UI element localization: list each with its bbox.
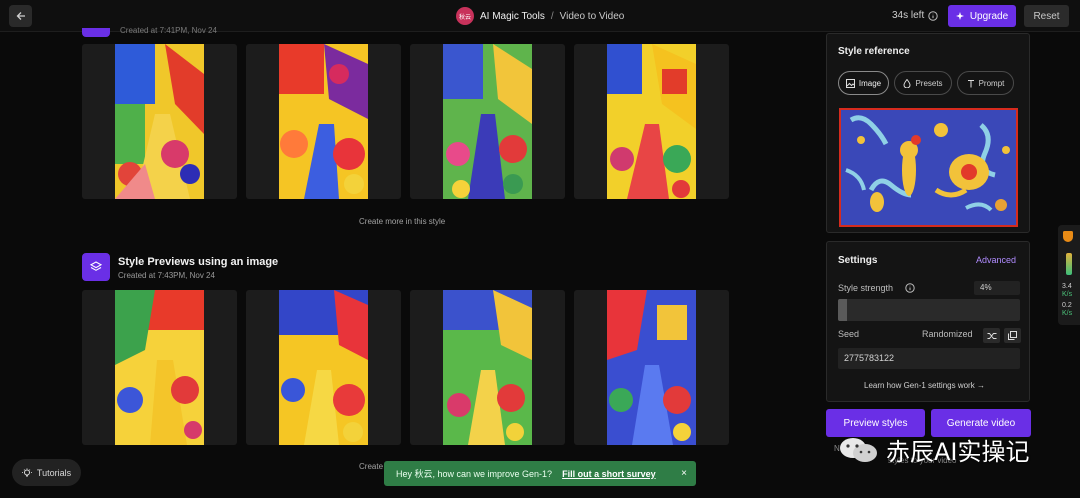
preview-image [443,290,532,445]
randomized-label: Randomized [922,329,973,339]
learn-settings-text: Learn how Gen-1 settings work [864,381,975,390]
breadcrumb: 秋云 AI Magic Tools / Video to Video [456,7,624,25]
network-speed-widget: 3.4 K/s 0.2 K/s [1058,225,1080,325]
upgrade-button[interactable]: Upgrade [948,5,1016,27]
settings-title: Settings [838,255,878,266]
tab-image-label: Image [858,78,882,88]
settings-panel: Settings Advanced Style strength 4% Seed… [826,241,1030,402]
shuffle-icon [987,332,996,339]
seed-input[interactable]: 2775783122 [838,348,1020,369]
section-date: Created at 7:43PM, Nov 24 [118,271,215,280]
seed-actions [983,328,1021,343]
watermark: 赤辰AI实操记 [838,432,1030,467]
style-strength-slider[interactable] [838,299,1020,321]
copy-icon [1008,331,1017,340]
image-icon [845,78,855,88]
preview-image [443,44,532,199]
create-more-link-partial[interactable]: Create [359,462,383,471]
avatar[interactable]: 秋云 [456,7,474,25]
style-preview-thumbnail[interactable] [246,290,401,445]
style-reference-image[interactable] [839,108,1018,227]
tab-presets[interactable]: Presets [894,71,952,95]
lightbulb-icon [22,468,32,476]
wechat-icon [840,437,877,462]
shuffle-button[interactable] [983,328,1000,343]
time-left-text: 34s left [892,10,925,21]
download-unit: K/s [1062,310,1073,317]
survey-link[interactable]: Fill out a short survey [562,469,656,479]
sparkle-icon [955,12,964,20]
tab-prompt-label: Prompt [978,78,1005,88]
upload-unit: K/s [1062,291,1073,298]
watermark-text: 赤辰AI实操记 [886,438,1030,466]
layers-icon [82,253,110,281]
info-icon[interactable] [905,283,915,293]
create-more-link[interactable]: Create more in this style [359,217,445,226]
style-preview-thumbnail[interactable] [82,290,237,445]
style-preview-thumbnail[interactable] [574,290,729,445]
seed-label: Seed [838,329,860,339]
style-strength-fill [838,299,848,321]
previous-section-caption: Created at 7:41PM, Nov 24 [120,26,217,35]
shield-icon [1063,231,1073,242]
speed-bar [1066,253,1072,275]
preview-image [115,44,204,199]
learn-settings-link[interactable]: Learn how Gen-1 settings work → [864,381,985,390]
advanced-link[interactable]: Advanced [976,255,1016,265]
download-speed: 0.2 [1062,302,1072,309]
preview-image [279,44,368,199]
close-icon[interactable]: × [681,468,687,479]
style-reference-panel: Style reference Image Presets Prompt [826,33,1030,233]
tutorials-label: Tutorials [36,467,72,478]
copy-seed-button[interactable] [1004,328,1021,343]
arrow-left-icon [16,12,25,20]
preview-image [607,290,696,445]
preview-image [115,290,204,445]
back-button[interactable] [9,5,32,27]
drop-icon [903,78,911,88]
tutorials-button[interactable]: Tutorials [12,459,81,486]
feedback-toast: Hey 秋云, how can we improve Gen-1? Fill o… [384,461,696,486]
upload-speed: 3.4 [1062,283,1072,290]
style-preview-thumbnail[interactable] [82,44,237,199]
style-strength-label: Style strength [838,283,894,293]
reference-artwork [841,110,1016,225]
section-title: Style Previews using an image [118,256,279,268]
upgrade-label: Upgrade [969,10,1009,22]
time-left: 34s left [892,10,938,21]
style-preview-thumbnail[interactable] [246,44,401,199]
preview-image [279,290,368,445]
breadcrumb-separator: / [550,10,554,22]
tab-image[interactable]: Image [838,71,889,95]
breadcrumb-tools[interactable]: AI Magic Tools [480,11,545,22]
text-icon [967,79,974,87]
reset-button[interactable]: Reset [1024,5,1069,27]
previous-section-icon [82,28,110,37]
arrow-right-icon: → [976,381,985,390]
thumbnail-row-image [82,290,729,445]
style-preview-thumbnail[interactable] [410,290,565,445]
toast-message: Hey 秋云, how can we improve Gen-1? [396,469,553,479]
style-preview-thumbnail[interactable] [574,44,729,199]
breadcrumb-page: Video to Video [559,10,625,22]
tab-prompt[interactable]: Prompt [957,71,1014,95]
info-icon[interactable] [928,10,938,21]
preview-image [607,44,696,199]
thumbnail-row-previous [82,44,729,199]
tab-presets-label: Presets [915,78,943,88]
style-strength-value[interactable]: 4% [974,281,1020,295]
style-reference-title: Style reference [838,46,910,57]
style-preview-thumbnail[interactable] [410,44,565,199]
